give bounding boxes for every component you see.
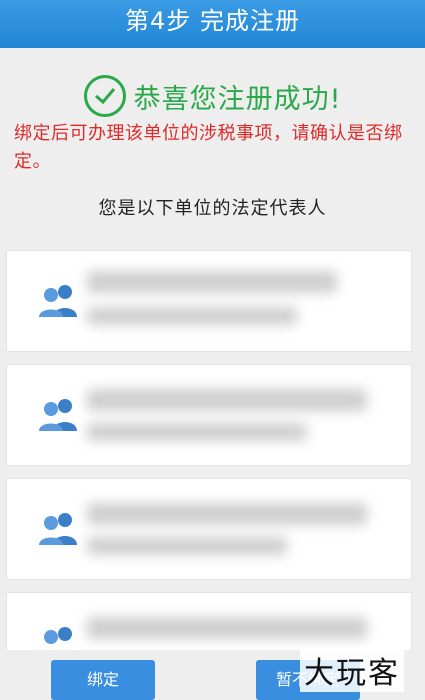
bind-button[interactable]: 绑定 [51, 660, 155, 700]
company-card-3[interactable] [6, 478, 412, 580]
bind-warning-text: 绑定后可办理该单位的涉税事项，请确认是否绑定。 [14, 123, 403, 172]
success-message: 恭喜您注册成功! [133, 83, 342, 115]
success-banner: 恭喜您注册成功! [0, 74, 425, 118]
users-icon [37, 511, 81, 545]
company-card-1[interactable] [6, 250, 412, 352]
company-card-2[interactable] [6, 364, 412, 466]
representative-subtitle: 您是以下单位的法定代表人 [98, 198, 327, 219]
page-header: 第4步 完成注册 [0, 0, 425, 48]
users-icon [37, 283, 81, 317]
users-icon [37, 397, 81, 431]
page-title: 第4步 完成注册 [125, 7, 300, 35]
watermark: 大玩客 [300, 648, 404, 692]
check-circle-icon [83, 75, 126, 117]
